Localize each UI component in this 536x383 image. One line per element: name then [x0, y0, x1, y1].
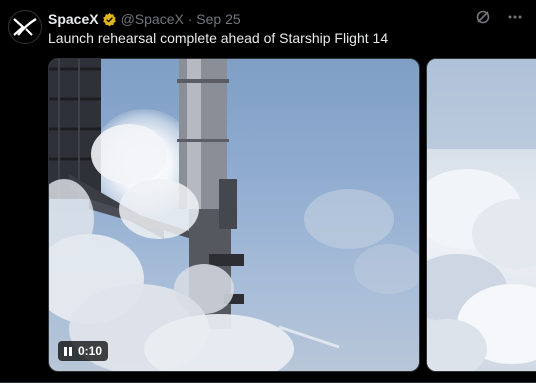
- video-duration: 0:10: [78, 344, 103, 358]
- media-carousel: 0:10: [48, 58, 536, 372]
- video-player[interactable]: 0:10: [48, 58, 420, 372]
- video-pause-button[interactable]: 0:10: [58, 341, 109, 361]
- spacex-logo-icon: [13, 17, 37, 36]
- verified-badge-icon: [102, 12, 117, 27]
- tweet-text: Launch rehearsal complete ahead of Stars…: [48, 30, 389, 46]
- avatar[interactable]: [8, 10, 42, 44]
- tweet[interactable]: SpaceX @SpaceX · Sep 25 Launch rehearsal…: [0, 0, 536, 383]
- header-actions: [474, 8, 524, 26]
- pause-icon: [64, 346, 72, 356]
- cloud-scene: [427, 59, 536, 371]
- tweet-header: SpaceX @SpaceX · Sep 25: [48, 9, 524, 29]
- grok-icon[interactable]: [474, 8, 492, 26]
- media-image-2[interactable]: [426, 58, 536, 372]
- starship-scene: [49, 59, 419, 371]
- handle-and-timestamp[interactable]: @SpaceX · Sep 25: [121, 11, 241, 27]
- more-icon[interactable]: [506, 8, 524, 26]
- author-name[interactable]: SpaceX: [48, 11, 99, 27]
